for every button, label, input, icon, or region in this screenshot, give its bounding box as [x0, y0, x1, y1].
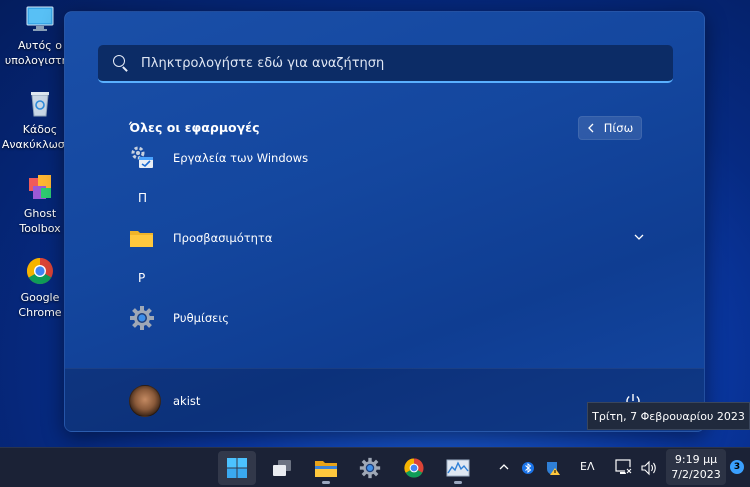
- settings-taskbar-button[interactable]: [351, 451, 389, 485]
- avatar: [129, 385, 161, 417]
- recycle-bin-icon: [25, 88, 55, 118]
- clock-date: 7/2/2023: [671, 468, 721, 481]
- folder-icon: [129, 225, 155, 251]
- chrome-taskbar-button[interactable]: [395, 451, 433, 485]
- file-explorer-icon: [315, 461, 337, 477]
- bluetooth-icon[interactable]: [522, 460, 534, 476]
- ghost-toolbox-icon: [25, 172, 55, 202]
- settings-gear-icon: [129, 305, 155, 331]
- search-input[interactable]: [141, 55, 641, 71]
- task-view-button[interactable]: [263, 451, 301, 485]
- start-menu: Όλες οι εφαρμογές Πίσω Εργαλεία των Wind…: [64, 11, 705, 432]
- windows-tools-icon: [129, 145, 155, 171]
- chevron-up-icon[interactable]: [498, 462, 510, 472]
- back-button[interactable]: Πίσω: [578, 116, 642, 140]
- app-item-accessibility-folder[interactable]: Προσβασιμότητα: [129, 222, 649, 254]
- running-indicator: [322, 481, 330, 484]
- user-account-button[interactable]: akist: [129, 385, 200, 417]
- resource-monitor-icon: [446, 459, 470, 477]
- app-item-label: Ρυθμίσεις: [173, 311, 229, 325]
- clock-time: 9:19 μμ: [674, 453, 718, 466]
- volume-icon[interactable]: [640, 460, 658, 476]
- start-button[interactable]: [218, 451, 256, 485]
- app-item-label: Εργαλεία των Windows: [173, 151, 309, 165]
- windows-logo-icon: [227, 458, 247, 478]
- resource-monitor-button[interactable]: [439, 451, 477, 485]
- search-box[interactable]: [98, 45, 673, 83]
- task-view-icon: [273, 460, 291, 476]
- app-item-windows-tools[interactable]: Εργαλεία των Windows: [129, 142, 649, 174]
- app-item-settings[interactable]: Ρυθμίσεις: [129, 302, 649, 334]
- date-tooltip: Τρίτη, 7 Φεβρουαρίου 2023: [587, 402, 750, 430]
- chevron-left-icon: [587, 123, 594, 133]
- file-explorer-button[interactable]: [307, 451, 345, 485]
- all-apps-title: Όλες οι εφαρμογές: [129, 120, 260, 135]
- letter-header-rho[interactable]: Ρ: [138, 271, 145, 285]
- app-item-label: Προσβασιμότητα: [173, 231, 273, 245]
- chrome-icon: [404, 458, 424, 478]
- notification-badge[interactable]: 3: [730, 460, 744, 474]
- user-name: akist: [173, 394, 201, 408]
- taskbar: ΕΛ: [0, 447, 750, 487]
- input-language[interactable]: ΕΛ: [580, 460, 594, 473]
- settings-gear-icon: [359, 457, 381, 479]
- clock[interactable]: 9:19 μμ 7/2/2023: [666, 449, 726, 485]
- search-icon: [113, 55, 129, 71]
- chrome-icon: [25, 256, 55, 286]
- monitor-icon: [25, 4, 55, 34]
- network-icon[interactable]: [615, 459, 633, 476]
- security-warning-icon[interactable]: [545, 460, 561, 476]
- chevron-down-icon[interactable]: [633, 231, 645, 243]
- back-button-label: Πίσω: [603, 121, 634, 135]
- letter-header-pi[interactable]: Π: [138, 191, 147, 205]
- running-indicator: [454, 481, 462, 484]
